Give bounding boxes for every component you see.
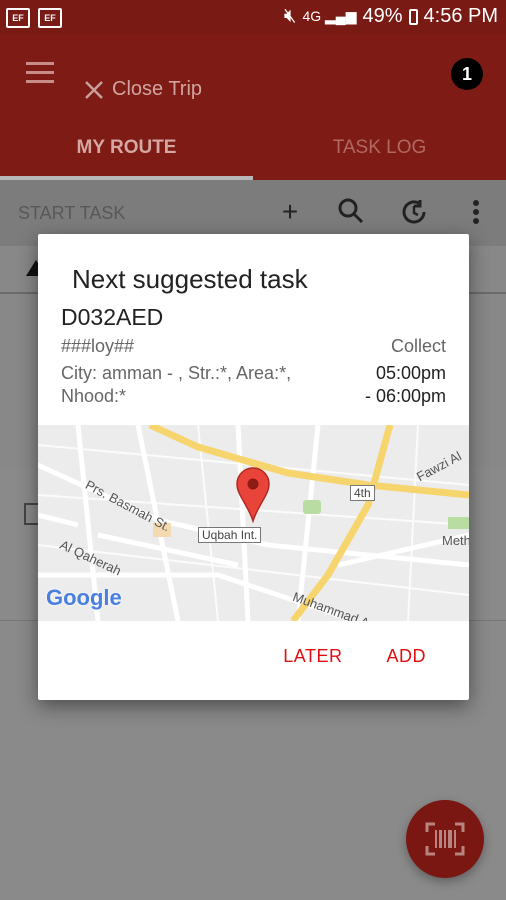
tab-my-route[interactable]: MY ROUTE [0,125,253,180]
suggested-task-dialog: Next suggested task D032AED ###loy## Col… [38,234,469,700]
history-icon[interactable] [400,198,428,226]
app-notification-icon: EF [6,8,30,28]
dialog-title: Next suggested task [72,264,308,294]
system-status: 🔇︎ 4G ▂▄▆ 49% 4:56 PM [284,5,498,28]
search-icon[interactable] [337,198,365,226]
time-from: 05:00pm [375,363,446,383]
status-bar: EF EF 🔇︎ 4G ▂▄▆ 49% 4:56 PM [0,0,506,34]
battery-level: 49% [362,5,403,27]
tab-task-log[interactable]: TASK LOG [253,125,506,180]
google-logo: Google [46,585,122,610]
scan-button[interactable] [406,800,484,878]
map-label: Meth [442,533,469,548]
map-label: Uqbah Int. [198,527,262,543]
time-to: - 06:00pm [364,386,446,406]
later-button[interactable]: LATER [283,646,342,667]
app-notification-icon: EF [38,8,62,28]
task-address-line1: City: amman - , Str.:*, Area:*, [61,363,292,383]
location-pin-icon [236,467,270,523]
close-trip-label: Close Trip [112,78,203,100]
start-task-button[interactable]: START TASK [18,203,125,224]
barcode-scan-icon [425,822,465,856]
map-label: 4th [350,485,375,501]
more-icon[interactable] [462,198,490,226]
location-map[interactable]: Prs. Basmah St. Uqbah Int. 4th Al Qahera… [38,425,469,621]
notification-icons: EF EF [6,8,62,28]
battery-icon [408,8,418,25]
signal-icon: 4G ▂▄▆ [302,8,357,24]
task-name: ###loy## [61,336,135,356]
close-icon [85,80,103,99]
menu-icon[interactable] [26,62,54,84]
add-icon[interactable]: + [276,198,304,226]
close-trip-button[interactable]: Close Trip [84,78,202,101]
notification-badge[interactable]: 1 [451,58,483,90]
task-type: Collect [390,336,446,356]
task-code: D032AED [61,304,164,330]
task-address-line2: Nhood:* [61,386,127,406]
mute-icon: 🔇︎ [283,5,297,27]
tab-bar: MY ROUTE TASK LOG [0,125,506,180]
dialog-actions: LATER ADD [283,646,469,667]
clock: 4:56 PM [423,5,498,27]
add-button[interactable]: ADD [386,646,426,667]
